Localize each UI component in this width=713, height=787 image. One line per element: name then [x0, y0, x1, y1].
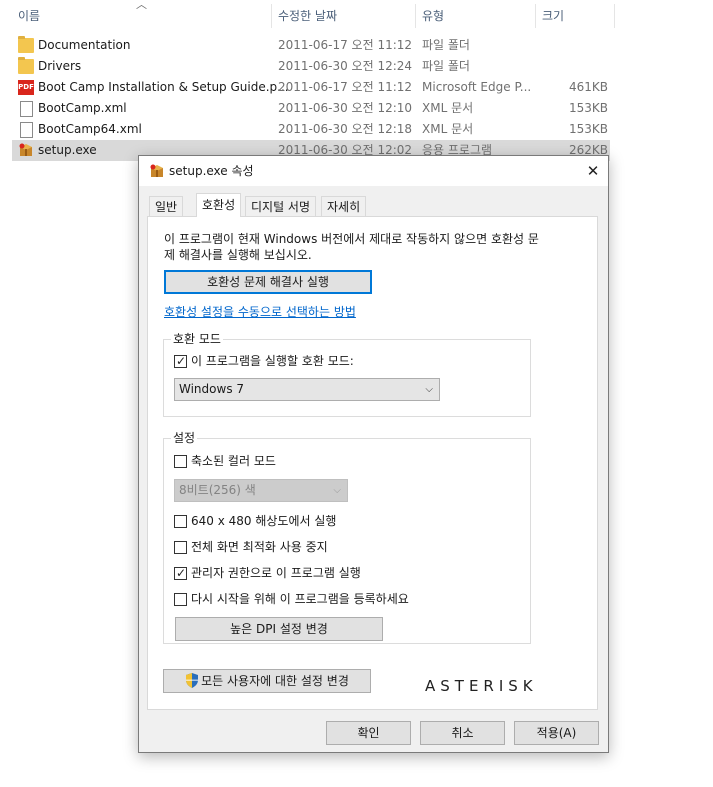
- xml-file-icon: [20, 101, 33, 117]
- column-divider[interactable]: [415, 4, 416, 28]
- pdf-icon: PDF: [18, 80, 34, 95]
- cancel-button[interactable]: 취소: [420, 721, 505, 745]
- xml-file-icon: [20, 122, 33, 138]
- setup-icon: [18, 143, 34, 158]
- settings-label: 설정: [171, 430, 198, 446]
- file-size: 461KB: [568, 80, 608, 94]
- file-row-drivers[interactable]: Drivers 2011-06-30 오전 12:24 파일 폴더: [12, 56, 610, 77]
- dialog-title: setup.exe 속성: [169, 164, 254, 178]
- check-icon: ✓: [176, 566, 187, 580]
- change-dpi-button[interactable]: 높은 DPI 설정 변경: [175, 617, 383, 641]
- all-users-settings-button[interactable]: 모든 사용자에 대한 설정 변경: [163, 669, 371, 693]
- tab-general[interactable]: 일반: [149, 196, 184, 217]
- chevron-down-icon: ⌵: [333, 485, 341, 496]
- tab-digital-signature[interactable]: 디지털 서명: [245, 196, 317, 217]
- asterisk-watermark: ASTERISK: [425, 677, 538, 695]
- settings-group: 설정 축소된 컬러 모드 8비트(256) 색 ⌵ 640 x 480 해상도에…: [163, 430, 531, 644]
- run-as-admin-checkbox[interactable]: ✓: [174, 566, 187, 580]
- column-header-name[interactable]: 이름: [18, 0, 40, 28]
- column-divider[interactable]: [535, 4, 536, 28]
- file-modified: 2011-06-17 오전 11:12: [278, 80, 413, 94]
- uac-shield-icon: [186, 673, 199, 688]
- run-as-admin-label: 관리자 권한으로 이 프로그램 실행: [191, 566, 361, 580]
- reduced-color-label: 축소된 컬러 모드: [191, 454, 276, 468]
- file-modified: 2011-06-30 오전 12:18: [278, 122, 413, 136]
- manual-settings-link[interactable]: 호환성 설정을 수동으로 선택하는 방법: [164, 303, 356, 320]
- file-row-bootcamp64-xml[interactable]: BootCamp64.xml 2011-06-30 오전 12:18 XML 문…: [12, 119, 610, 140]
- column-header-type[interactable]: 유형: [422, 0, 444, 28]
- run-troubleshooter-button[interactable]: 호환성 문제 해결사 실행: [164, 270, 372, 294]
- column-header-modified[interactable]: 수정한 날짜: [278, 0, 337, 28]
- file-type: 파일 폴더: [422, 59, 470, 73]
- file-size: 153KB: [568, 101, 608, 115]
- sort-ascending-icon: ︿: [136, 0, 147, 11]
- setup-icon: [149, 164, 165, 182]
- disable-fullscreen-opt-checkbox[interactable]: [174, 541, 187, 554]
- res-640-checkbox[interactable]: [174, 515, 187, 528]
- file-row-setup-guide-pdf[interactable]: PDF Boot Camp Installation & Setup Guide…: [12, 77, 610, 98]
- compat-mode-checkbox[interactable]: ✓: [174, 354, 187, 368]
- color-depth-select: 8비트(256) 색 ⌵: [174, 479, 348, 502]
- intro-text: 이 프로그램이 현재 Windows 버전에서 제대로 작동하지 않으면 호환성…: [164, 232, 539, 262]
- close-icon[interactable]: ✕: [578, 156, 608, 186]
- file-type: Microsoft Edge P...: [422, 80, 532, 94]
- folder-icon: [18, 57, 34, 74]
- compat-mode-checkbox-label: 이 프로그램을 실행할 호환 모드:: [191, 354, 354, 368]
- file-name: Drivers: [38, 59, 82, 73]
- os-version-select[interactable]: Windows 7 ⌵: [174, 378, 440, 401]
- file-type: 파일 폴더: [422, 38, 470, 52]
- file-type: XML 문서: [422, 122, 474, 136]
- file-name: BootCamp64.xml: [38, 122, 142, 136]
- file-row-bootcamp-xml[interactable]: BootCamp.xml 2011-06-30 오전 12:10 XML 문서 …: [12, 98, 610, 119]
- compat-mode-group: 호환 모드 ✓ 이 프로그램을 실행할 호환 모드: Windows 7 ⌵: [163, 331, 531, 417]
- column-divider[interactable]: [271, 4, 272, 28]
- file-modified: 2011-06-30 오전 12:24: [278, 59, 413, 73]
- file-type: XML 문서: [422, 101, 474, 115]
- properties-dialog: setup.exe 속성 ✕ 일반 호환성 디지털 서명 자세히 이 프로그램이…: [138, 155, 609, 753]
- apply-button[interactable]: 적용(A): [514, 721, 599, 745]
- color-depth-value: 8비트(256) 색: [179, 483, 256, 497]
- tab-compatibility[interactable]: 호환성: [196, 193, 242, 217]
- file-size: 153KB: [568, 122, 608, 136]
- file-row-documentation[interactable]: Documentation 2011-06-17 오전 11:12 파일 폴더: [12, 35, 610, 56]
- chevron-down-icon: ⌵: [425, 384, 433, 395]
- file-name: Documentation: [38, 38, 131, 52]
- all-users-settings-label: 모든 사용자에 대한 설정 변경: [201, 674, 349, 688]
- compatibility-panel: 이 프로그램이 현재 Windows 버전에서 제대로 작동하지 않으면 호환성…: [147, 216, 598, 710]
- reduced-color-checkbox[interactable]: [174, 455, 187, 468]
- check-icon: ✓: [176, 354, 187, 368]
- file-modified: 2011-06-30 오전 12:10: [278, 101, 413, 115]
- register-restart-label: 다시 시작을 위해 이 프로그램을 등록하세요: [191, 592, 409, 606]
- os-version-value: Windows 7: [179, 382, 245, 396]
- register-restart-checkbox[interactable]: [174, 593, 187, 606]
- file-name: Boot Camp Installation & Setup Guide.p..…: [38, 80, 289, 94]
- compat-mode-label: 호환 모드: [171, 331, 223, 347]
- res-640-label: 640 x 480 해상도에서 실행: [191, 514, 337, 528]
- folder-icon: [18, 36, 34, 53]
- tab-details[interactable]: 자세히: [321, 196, 367, 217]
- ok-button[interactable]: 확인: [326, 721, 411, 745]
- disable-fullscreen-opt-label: 전체 화면 최적화 사용 중지: [191, 540, 328, 554]
- file-name: setup.exe: [38, 143, 97, 157]
- file-modified: 2011-06-17 오전 11:12: [278, 38, 413, 52]
- column-divider[interactable]: [614, 4, 615, 28]
- dialog-titlebar[interactable]: setup.exe 속성 ✕: [139, 156, 608, 186]
- file-name: BootCamp.xml: [38, 101, 127, 115]
- column-header-size[interactable]: 크기: [542, 0, 564, 28]
